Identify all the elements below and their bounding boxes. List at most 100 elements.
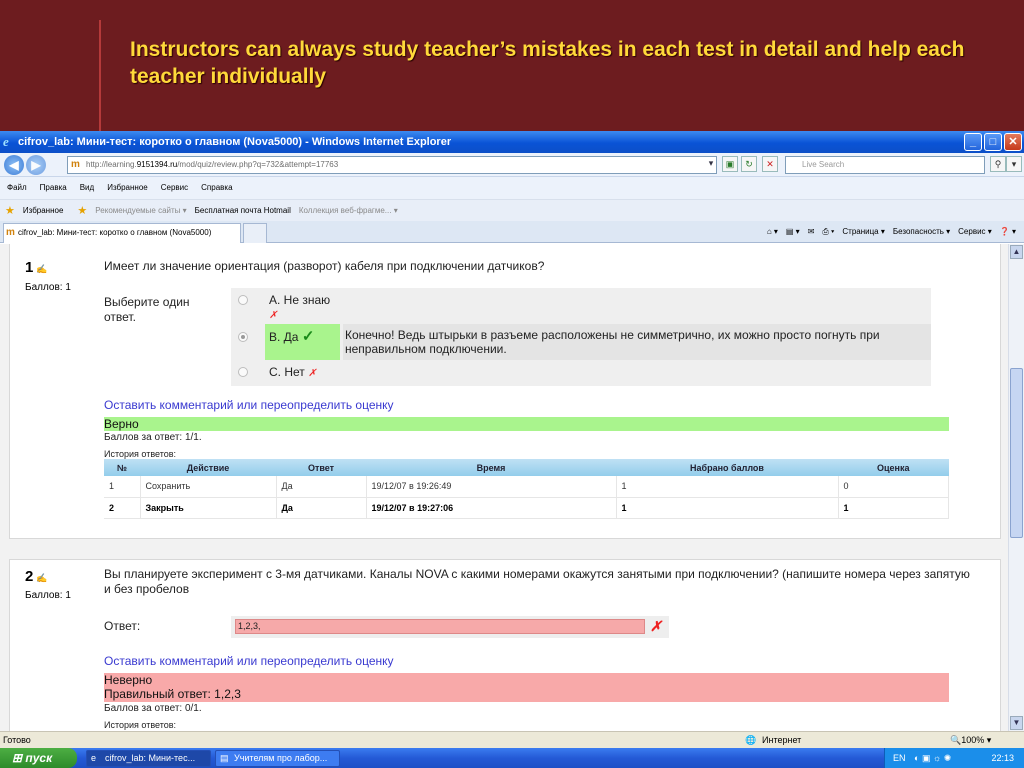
option-c-label: C. Нет ✗ xyxy=(269,365,317,379)
edit-question-icon[interactable]: ✍ xyxy=(36,264,47,274)
address-bar: ◀ ▶ m http://learning.9151394.ru/mod/qui… xyxy=(0,153,1024,177)
edit-question-icon[interactable]: ✍ xyxy=(36,573,47,583)
radio-b-selected[interactable] xyxy=(238,332,248,342)
points-awarded: Баллов за ответ: 0/1. xyxy=(104,703,202,714)
grade-incorrect: Неверно Правильный ответ: 1,2,3 xyxy=(104,673,949,702)
correct-answer: Правильный ответ: 1,2,3 xyxy=(104,687,241,701)
fav-hotmail[interactable]: Бесплатная почта Hotmail xyxy=(195,200,291,222)
col-number: № xyxy=(104,459,140,476)
slide-divider xyxy=(99,20,101,132)
answer-area: 1,2,3, ✗ xyxy=(231,616,669,638)
search-input[interactable]: Live Search xyxy=(785,156,985,174)
url-host: 9151394.ru xyxy=(136,160,178,169)
cell: Да xyxy=(276,497,367,519)
url-path: /mod/quiz/review.php?q=732&attempt=17763 xyxy=(177,160,339,169)
help-icon[interactable]: ❓ ▾ xyxy=(1000,221,1016,243)
answer-options: A. Не знаю ✗ B. Да ✓ Конечно! Ведь штырьк… xyxy=(231,288,931,386)
menu-view[interactable]: Вид xyxy=(80,177,94,199)
forward-button[interactable]: ▶ xyxy=(26,155,46,175)
col-answer: Ответ xyxy=(276,459,366,476)
slide-title: Instructors can always study teacher’s m… xyxy=(130,38,965,88)
scroll-up-icon[interactable]: ▲ xyxy=(1010,245,1023,259)
taskbar-item-browser[interactable]: e cifrov_lab: Мини-тес... xyxy=(86,750,211,767)
cmd-safety[interactable]: Безопасность ▾ xyxy=(893,221,950,243)
start-button[interactable]: ⊞ пуск xyxy=(0,748,77,768)
response-history-table: № Действие Ответ Время Набрано баллов Оц… xyxy=(104,459,949,519)
search-icon[interactable]: ⚲ xyxy=(990,156,1006,172)
scroll-down-icon[interactable]: ▼ xyxy=(1010,716,1023,730)
menu-edit[interactable]: Правка xyxy=(40,177,67,199)
option-b-label: B. Да ✓ xyxy=(269,328,315,345)
col-action: Действие xyxy=(140,459,276,476)
cell: Закрыть xyxy=(140,497,277,519)
correct-check-icon: ✓ xyxy=(301,328,315,345)
favorites-button[interactable]: Избранное xyxy=(23,200,64,222)
taskbar-item-document[interactable]: ▤ Учителям про лабор... xyxy=(215,750,340,767)
window-titlebar[interactable]: e cifrov_lab: Мини-тест: коротко о главн… xyxy=(0,131,1024,153)
option-feedback: Конечно! Ведь штырьки в разъеме располож… xyxy=(343,324,931,360)
command-bar: ⌂ ▾ ▤ ▾ ✉ ⎙ ▾ Страница ▾ Безопасность ▾ … xyxy=(767,221,1016,243)
vertical-scrollbar[interactable]: ▲ ▼ xyxy=(1008,244,1024,731)
system-tray: EN ◐ ▣ ☼ ✺ 22:13 xyxy=(884,748,1024,768)
home-icon[interactable]: ⌂ ▾ xyxy=(767,221,778,243)
comment-override-link[interactable]: Оставить комментарий или переопределить … xyxy=(104,398,394,412)
stop-icon[interactable]: ✕ xyxy=(762,156,778,172)
cell: 2 xyxy=(104,497,141,519)
scroll-thumb[interactable] xyxy=(1010,368,1023,538)
compat-icon[interactable]: ▣ xyxy=(722,156,738,172)
feeds-icon[interactable]: ▤ ▾ xyxy=(786,221,800,243)
col-grade: Оценка xyxy=(838,459,949,476)
url-field[interactable]: m http://learning.9151394.ru/mod/quiz/re… xyxy=(67,156,717,174)
url-dropdown-icon[interactable]: ▾ xyxy=(703,156,719,172)
incorrect-mark-icon: ✗ xyxy=(269,310,278,321)
cell: 1 xyxy=(616,497,839,519)
close-button[interactable]: ✕ xyxy=(1004,133,1022,151)
menu-favorites[interactable]: Избранное xyxy=(107,177,148,199)
radio-c[interactable] xyxy=(238,367,248,377)
internet-zone-icon: 🌐 xyxy=(745,735,757,745)
choose-one-label: Выберите один ответ. xyxy=(104,295,190,324)
cell: 1 xyxy=(616,476,839,498)
answer-input[interactable]: 1,2,3, xyxy=(235,619,645,634)
table-header-row: № Действие Ответ Время Набрано баллов Оц… xyxy=(104,459,949,476)
search-options-icon[interactable]: ▾ xyxy=(1006,156,1022,172)
minimize-button[interactable]: _ xyxy=(964,133,982,151)
cmd-tools[interactable]: Сервис ▾ xyxy=(958,221,992,243)
comment-override-link[interactable]: Оставить комментарий или переопределить … xyxy=(104,654,394,668)
option-a[interactable]: A. Не знаю ✗ xyxy=(231,288,931,324)
tab-active[interactable]: m cifrov_lab: Мини-тест: коротко о главн… xyxy=(3,223,241,243)
clock: 22:13 xyxy=(991,753,1014,763)
cell: 1 xyxy=(104,476,141,498)
menu-help[interactable]: Справка xyxy=(201,177,232,199)
menu-file[interactable]: Файл xyxy=(7,177,27,199)
col-raw-score: Набрано баллов xyxy=(616,459,838,476)
question-2: 2 ✍ Баллов: 1 Вы планируете эксперимент с… xyxy=(9,559,1001,731)
taskbar: ⊞ пуск e cifrov_lab: Мини-тес... ▤ Учителя… xyxy=(0,748,1024,768)
zoom-level[interactable]: 🔍100% ▾ xyxy=(950,732,991,748)
language-indicator[interactable]: EN xyxy=(893,753,906,763)
mail-icon[interactable]: ✉ xyxy=(808,221,815,243)
history-title: История ответов: xyxy=(104,720,177,730)
page-content: 1 ✍ Баллов: 1 Имеет ли значение ориентаци… xyxy=(0,244,1008,731)
radio-a[interactable] xyxy=(238,295,248,305)
print-icon[interactable]: ⎙ ▾ xyxy=(822,221,834,243)
fav-webslice-gallery[interactable]: Коллекция веб-фрагме... ▾ xyxy=(299,200,398,222)
back-button[interactable]: ◀ xyxy=(4,155,24,175)
question-number: 2 ✍ xyxy=(25,568,48,585)
cell: 0 xyxy=(838,476,949,498)
new-tab-button[interactable] xyxy=(243,223,267,243)
refresh-icon[interactable]: ↻ xyxy=(741,156,757,172)
favorites-star-icon: ★ xyxy=(5,204,15,217)
cmd-page[interactable]: Страница ▾ xyxy=(842,221,885,243)
question-marks: Баллов: 1 xyxy=(25,590,71,601)
moodle-favicon-icon: m xyxy=(71,159,80,170)
fav-suggested-sites[interactable]: Рекомендуемые сайты ▾ xyxy=(95,200,186,222)
url-prefix: http://learning. xyxy=(86,160,137,169)
add-favorite-icon[interactable]: ★ xyxy=(77,200,87,222)
tray-icons[interactable]: ◐ ▣ ☼ ✺ xyxy=(914,753,951,763)
option-c[interactable]: C. Нет ✗ xyxy=(231,362,931,384)
browser-window: e cifrov_lab: Мини-тест: коротко о главн… xyxy=(0,131,1024,768)
maximize-button[interactable]: □ xyxy=(984,133,1002,151)
menu-tools[interactable]: Сервис xyxy=(161,177,188,199)
question-text: Имеет ли значение ориентация (разворот) … xyxy=(104,259,545,273)
